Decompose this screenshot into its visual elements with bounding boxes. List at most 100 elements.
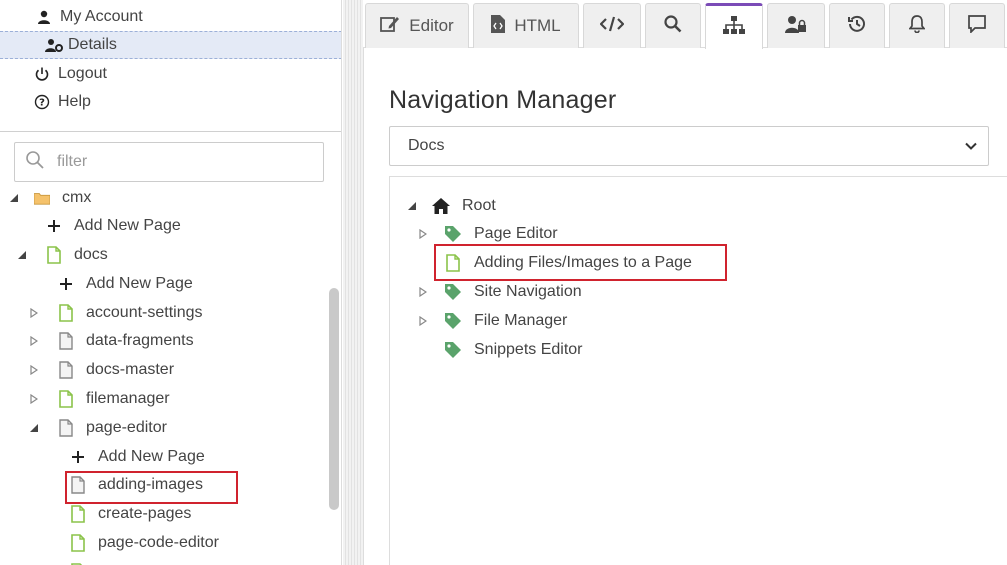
site-select[interactable]: Docs [389, 126, 989, 166]
tab-history[interactable] [829, 3, 885, 48]
navigation-tree: Root Page Editor Adding Files/Images to … [389, 176, 1007, 565]
nav-node-label: Site Navigation [474, 283, 582, 300]
cmx-add-new-page[interactable]: Add New Page [46, 213, 181, 239]
tree-node-filemanager[interactable]: filemanager [28, 386, 170, 412]
add-new-page-label: Add New Page [86, 275, 193, 292]
tree-node-partial[interactable] [70, 559, 98, 565]
plus-icon [70, 451, 86, 463]
tab-permissions[interactable] [767, 3, 825, 48]
tab-notifications[interactable] [889, 3, 945, 48]
expand-arrow-icon[interactable] [28, 393, 40, 405]
tab-comments[interactable] [949, 3, 1005, 48]
nav-node-label: Page Editor [474, 225, 558, 242]
tree-node-page-editor[interactable]: page-editor [28, 415, 167, 441]
expand-arrow-icon[interactable] [417, 228, 429, 240]
page-title: Navigation Manager [389, 86, 617, 114]
account-menu-divider [0, 131, 341, 132]
file-code-icon [491, 14, 506, 38]
add-new-page-label: Add New Page [98, 448, 205, 465]
help-item[interactable]: ? Help [0, 88, 341, 116]
tab-navigation[interactable] [705, 3, 763, 49]
tag-icon [444, 283, 462, 301]
highlight-box [65, 471, 238, 504]
nav-node-root[interactable]: Root [406, 193, 496, 219]
nav-node-site-navigation[interactable]: Site Navigation [417, 279, 582, 305]
svg-text:?: ? [39, 98, 45, 109]
page-icon [46, 245, 62, 265]
tree-node-cmx[interactable]: cmx [8, 190, 91, 211]
tree-node-docs-master[interactable]: docs-master [28, 357, 174, 383]
my-account-item[interactable]: My Account [0, 3, 341, 31]
tree-node-label: create-pages [98, 505, 192, 522]
search-icon [25, 150, 45, 175]
expand-arrow-icon[interactable] [28, 364, 40, 376]
tree-node-label: docs [74, 246, 108, 263]
details-item[interactable]: Details [0, 31, 341, 59]
tab-code[interactable] [583, 3, 641, 48]
page-icon [58, 389, 74, 409]
user-cog-icon [44, 35, 64, 55]
my-account-label: My Account [60, 8, 143, 25]
folder-icon [34, 190, 50, 208]
tree-node-docs[interactable]: docs [16, 242, 108, 268]
expand-arrow-icon[interactable] [417, 315, 429, 327]
expand-arrow-icon[interactable] [28, 335, 40, 347]
scrollbar-thumb[interactable] [329, 288, 339, 510]
tab-html[interactable]: HTML [473, 3, 579, 48]
tab-search[interactable] [645, 3, 701, 48]
tree-node-label: page-editor [86, 419, 167, 436]
tree-node-label: cmx [62, 190, 92, 206]
sitemap-icon [723, 16, 745, 39]
logout-item[interactable]: Logout [0, 60, 341, 88]
tab-editor[interactable]: Editor [365, 3, 469, 48]
code-icon [599, 16, 625, 37]
selected-site-value: Docs [408, 137, 445, 154]
tree-node-create-pages[interactable]: create-pages [70, 501, 191, 527]
history-icon [848, 15, 866, 38]
filter-field[interactable] [14, 142, 324, 182]
tree-node-page-code-editor[interactable]: page-code-editor [70, 530, 219, 556]
highlight-box [434, 244, 727, 281]
page-icon-gray [58, 418, 74, 438]
pane-splitter[interactable] [343, 0, 363, 565]
tag-icon [444, 225, 462, 243]
nav-node-label: Root [462, 197, 496, 214]
filter-input[interactable] [57, 153, 307, 171]
user-icon [34, 7, 54, 27]
tree-node-label: data-fragments [86, 332, 194, 349]
question-circle-icon: ? [32, 92, 52, 112]
page-icon-gray [58, 360, 74, 380]
nav-node-snippets-editor[interactable]: Snippets Editor [444, 337, 583, 363]
main-pane: Editor HTML Navigation Manager Docs Root… [363, 0, 1007, 565]
collapse-arrow-icon[interactable] [16, 249, 28, 261]
home-icon [432, 197, 450, 215]
help-label: Help [58, 93, 91, 110]
logout-label: Logout [58, 65, 107, 82]
collapse-arrow-icon[interactable] [28, 422, 40, 434]
collapse-arrow-icon[interactable] [8, 192, 20, 204]
search-icon [664, 14, 682, 38]
bell-icon [908, 14, 926, 38]
nav-node-file-manager[interactable]: File Manager [417, 308, 567, 334]
plus-icon [58, 278, 74, 290]
tab-label: Editor [409, 16, 454, 35]
page-editor-add-new-page[interactable]: Add New Page [70, 444, 205, 470]
page-icon [58, 303, 74, 323]
tree-node-account-settings[interactable]: account-settings [28, 300, 203, 326]
tree-node-data-fragments[interactable]: data-fragments [28, 328, 194, 354]
page-tree: cmx Add New Page docs Add New Page accou… [0, 190, 341, 565]
tree-node-label: account-settings [86, 304, 203, 321]
chevron-down-icon [964, 139, 978, 158]
collapse-arrow-icon[interactable] [406, 200, 418, 212]
expand-arrow-icon[interactable] [28, 307, 40, 319]
page-icon [70, 533, 86, 553]
sidebar: My Account Details Logout ? Help cmx [0, 0, 342, 565]
add-new-page-label: Add New Page [74, 217, 181, 234]
docs-add-new-page[interactable]: Add New Page [58, 271, 193, 297]
nav-node-label: File Manager [474, 312, 568, 329]
page-icon-gray [58, 331, 74, 351]
tag-icon [444, 312, 462, 330]
expand-arrow-icon[interactable] [417, 286, 429, 298]
tag-icon [444, 341, 462, 359]
plus-icon [46, 220, 62, 232]
